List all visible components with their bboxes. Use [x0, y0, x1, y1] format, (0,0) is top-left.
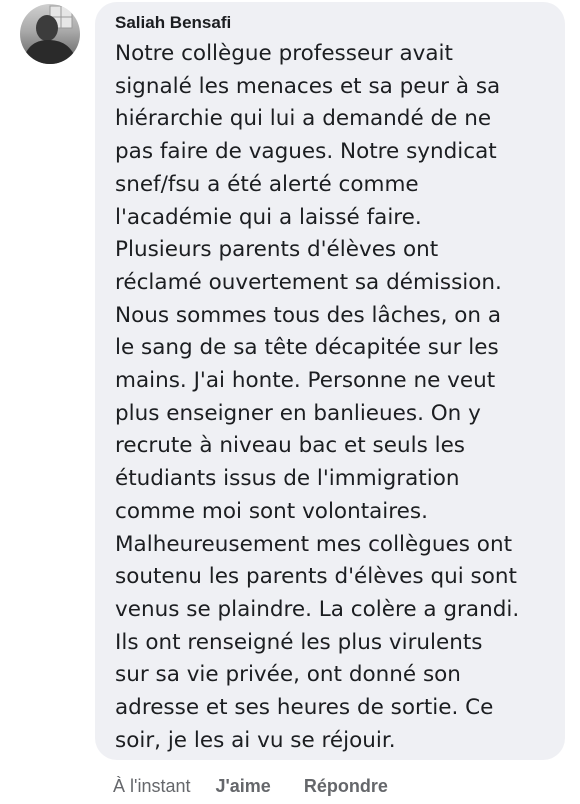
comment-line: sur sa vie privée, ont donné son — [115, 662, 461, 688]
comment-author[interactable]: Saliah Bensafi — [115, 12, 547, 34]
comment-line: soir, je les ai vu se réjouir. — [115, 727, 396, 753]
comment-line: snef/fsu a été alerté comme — [115, 171, 419, 197]
comment-line: le sang de sa tête décapitée sur les — [115, 335, 499, 361]
profile-photo-icon — [22, 5, 78, 64]
comment-line: réclamé ouvertement sa démission. — [115, 269, 502, 295]
comment-line: venus se plaindre. La colère a grandi. — [115, 596, 520, 622]
comment-line: signalé les menaces et sa peur à sa — [115, 73, 501, 99]
comment-line: adresse et ses heures de sortie. Ce — [115, 695, 494, 721]
reply-button[interactable]: Répondre — [304, 776, 388, 796]
comment-line: plus enseigner en banlieues. On y — [115, 400, 481, 426]
comment-line: hiérarchie qui lui a demandé de ne — [115, 106, 492, 132]
comment-line: l'académie qui a laissé faire. — [115, 204, 422, 230]
comment-line: mains. J'ai honte. Personne ne veut — [115, 368, 496, 394]
comment-bubble: Saliah Bensafi Notre collègue professeur… — [95, 2, 565, 760]
comment-actions: À l'instant J'aime Répondre — [113, 776, 416, 797]
comment-line: Nous sommes tous des lâches, on a — [115, 302, 502, 328]
avatar[interactable] — [20, 4, 80, 64]
comment-line: Notre collègue professeur avait — [115, 41, 453, 66]
comment-line: Ils ont renseigné les plus virulents — [115, 629, 483, 655]
comment-line: Plusieurs parents d'élèves ont — [115, 237, 439, 263]
comment-line: Malheureusement mes collègues ont — [115, 531, 512, 557]
comment-line: comme moi sont volontaires. — [115, 498, 428, 524]
comment-line: soutenu les parents d'élèves qui sont — [115, 564, 517, 590]
comment-line: pas faire de vagues. Notre syndicat — [115, 139, 497, 165]
comment-line: étudiants issus de l'immigration — [115, 466, 460, 492]
comment-line: recrute à niveau bac et seuls les — [115, 433, 466, 459]
timestamp[interactable]: À l'instant — [113, 776, 190, 796]
comment-text: Notre collègue professeur avait signalé … — [115, 38, 547, 757]
like-button[interactable]: J'aime — [216, 776, 271, 796]
